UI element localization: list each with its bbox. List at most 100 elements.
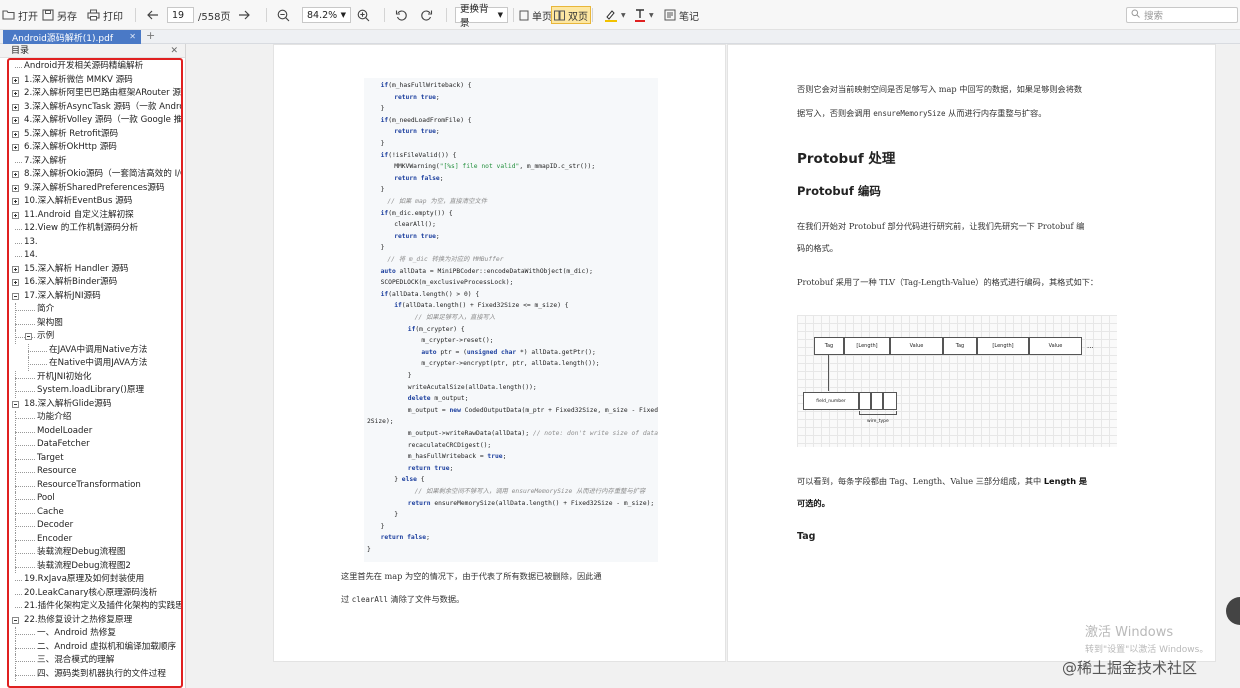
outline-item[interactable]: ModelLoader [9, 424, 181, 438]
outline-item[interactable]: 13. [9, 236, 181, 250]
new-tab-icon[interactable]: + [146, 29, 155, 42]
expand-icon[interactable] [12, 103, 19, 111]
outline-item[interactable]: 9.深入解析SharedPreferences源码 [9, 182, 181, 196]
outline-item[interactable]: System.loadLibrary()原理 [9, 384, 181, 398]
outline-item[interactable]: 21.插件化架构定义及插件化架构的实践思路 [9, 600, 181, 614]
outline-item[interactable]: 14. [9, 249, 181, 263]
zoom-out-button[interactable] [277, 5, 290, 25]
outline-item[interactable]: DataFetcher [9, 438, 181, 452]
outline-item-label: 架构图 [37, 317, 63, 328]
previous-page-button[interactable] [146, 5, 159, 25]
notes-button[interactable]: 笔记 [664, 5, 699, 25]
outline-item[interactable]: 8.深入解析Okio源码（一套简洁高效的 I/O 库） [9, 168, 181, 182]
close-icon[interactable]: ✕ [129, 32, 136, 41]
expand-icon[interactable] [12, 198, 19, 205]
collapse-icon[interactable] [12, 400, 19, 408]
next-page-button[interactable] [238, 5, 251, 25]
outline-item[interactable]: Android开发相关源码精编解析 [9, 60, 181, 74]
outline-item[interactable]: 6.深入解析OkHttp 源码 [9, 141, 181, 155]
outline-item[interactable]: 12.View 的工作机制源码分析 [9, 222, 181, 236]
text-color-button[interactable]: ▼ [634, 5, 654, 25]
rotate-right-button[interactable] [420, 5, 433, 25]
outline-item[interactable]: 15.深入解析 Handler 源码 [9, 263, 181, 277]
expand-icon[interactable] [12, 211, 19, 219]
outline-item[interactable]: 示例 [9, 330, 181, 344]
arrow-right-icon [238, 9, 251, 21]
outline-item[interactable]: 一、Android 热修复 [9, 627, 181, 641]
outline-item[interactable]: 开机JNI初始化 [9, 370, 181, 384]
outline-item[interactable]: 19.RxJava原理及如何封装使用 [9, 573, 181, 587]
outline-item[interactable]: Target [9, 451, 181, 465]
page-number-input[interactable]: 19 [167, 7, 194, 23]
print-label: 打印 [103, 11, 123, 23]
expand-icon[interactable] [12, 184, 19, 192]
outline-item[interactable]: 7.深入解析 [9, 155, 181, 169]
expand-icon[interactable] [12, 90, 19, 97]
outline-item[interactable]: 16.深入解析Binder源码 [9, 276, 181, 290]
expand-icon[interactable] [12, 279, 19, 286]
outline-item-label: 在JAVA中调用Native方法 [49, 344, 148, 355]
outline-item[interactable]: Encoder [9, 532, 181, 546]
outline-item[interactable]: 5.深入解析 Retrofit源码 [9, 128, 181, 142]
collapse-icon[interactable] [25, 333, 32, 340]
outline-item[interactable]: 17.深入解析JNI源码 [9, 290, 181, 304]
toolbar-separator [384, 8, 385, 22]
outline-item-label: 7.深入解析 [24, 155, 67, 166]
outline-item[interactable]: 4.深入解析Volley 源码（一款 Google 推出的网络请求框架） [9, 114, 181, 128]
expand-icon[interactable] [12, 265, 19, 273]
double-page-button[interactable]: 双页 [551, 6, 591, 24]
zoom-select[interactable]: 84.2% ▼ [302, 7, 351, 23]
outline-item[interactable]: 在JAVA中调用Native方法 [9, 343, 181, 357]
outline-item[interactable]: 装载流程Debug流程图2 [9, 559, 181, 573]
open-button[interactable]: 打开 [2, 5, 38, 25]
outline-item-label: DataFetcher [37, 439, 90, 449]
code-token: else [401, 476, 417, 484]
outline-item[interactable]: 10.深入解析EventBus 源码 [9, 195, 181, 209]
outline-item[interactable]: 简介 [9, 303, 181, 317]
outline-item[interactable]: 架构图 [9, 316, 181, 330]
expand-icon[interactable] [12, 117, 19, 124]
code-line: SCOPEDLOCK(m_exclusiveProcessLock); [381, 279, 514, 287]
outline-item[interactable]: 20.LeakCanary核心原理源码浅析 [9, 587, 181, 601]
outline-item[interactable]: 功能介绍 [9, 411, 181, 425]
tab-document[interactable]: Android源码解析(1).pdf ✕ [3, 30, 141, 44]
outline-item[interactable]: 二、Android 虚拟机和编译加载顺序 [9, 640, 181, 654]
diagram-cell: Value [1029, 337, 1082, 355]
expand-icon[interactable] [12, 76, 19, 84]
outline-item[interactable]: 在Native中调用JAVA方法 [9, 357, 181, 371]
search-input[interactable]: 搜索 [1126, 7, 1238, 23]
collapse-icon[interactable] [12, 292, 19, 300]
outline-item[interactable]: Decoder [9, 519, 181, 533]
outline-item[interactable]: 2.深入解析阿里巴巴路由框架ARouter 源码 [9, 87, 181, 101]
code-line: if(m_dic.empty()) { [381, 210, 453, 218]
save-as-button[interactable]: 另存 [42, 5, 77, 25]
outline-item[interactable]: Cache [9, 505, 181, 519]
outline-item[interactable]: 四、源码类到机器执行的文件过程 [9, 667, 181, 681]
close-icon[interactable]: ✕ [170, 44, 178, 58]
outline-item[interactable]: ResourceTransformation [9, 478, 181, 492]
outline-item[interactable]: 3.深入解析AsyncTask 源码（一款 Android 内置的异步任务执行库… [9, 101, 181, 115]
outline-item[interactable]: 11.Android 自定义注解初探 [9, 209, 181, 223]
zoom-in-button[interactable] [357, 5, 370, 25]
background-label: 更换背景 [460, 4, 489, 29]
rotate-left-button[interactable] [395, 5, 408, 25]
outline-item[interactable]: 18.深入解析Glide源码 [9, 398, 181, 412]
outline-item[interactable]: Resource [9, 465, 181, 479]
expand-icon[interactable] [12, 144, 19, 151]
print-button[interactable]: 打印 [87, 5, 123, 25]
outline-item[interactable]: 三、混合模式的理解 [9, 654, 181, 668]
background-select[interactable]: 更换背景 ▼ [455, 4, 508, 29]
outline-item[interactable]: 22.热修复设计之热修复原理 [9, 614, 181, 628]
document-view[interactable]: if(m_hasFullWriteback) {return true;} if(… [186, 44, 1240, 688]
single-page-button[interactable]: 单页 [519, 5, 552, 25]
expand-icon[interactable] [12, 171, 19, 178]
code-token: ; [435, 232, 440, 240]
outline-item[interactable]: 装载流程Debug流程图 [9, 546, 181, 560]
outline-item[interactable]: 1.深入解析微信 MMKV 源码 [9, 74, 181, 88]
vertical-scrollbar[interactable] [1228, 44, 1240, 688]
expand-icon[interactable] [12, 130, 19, 138]
highlighter-button[interactable]: ▼ [604, 5, 626, 25]
collapse-icon[interactable] [12, 616, 19, 624]
outline-item[interactable]: Pool [9, 492, 181, 506]
outline-item-label: ModelLoader [37, 425, 93, 436]
